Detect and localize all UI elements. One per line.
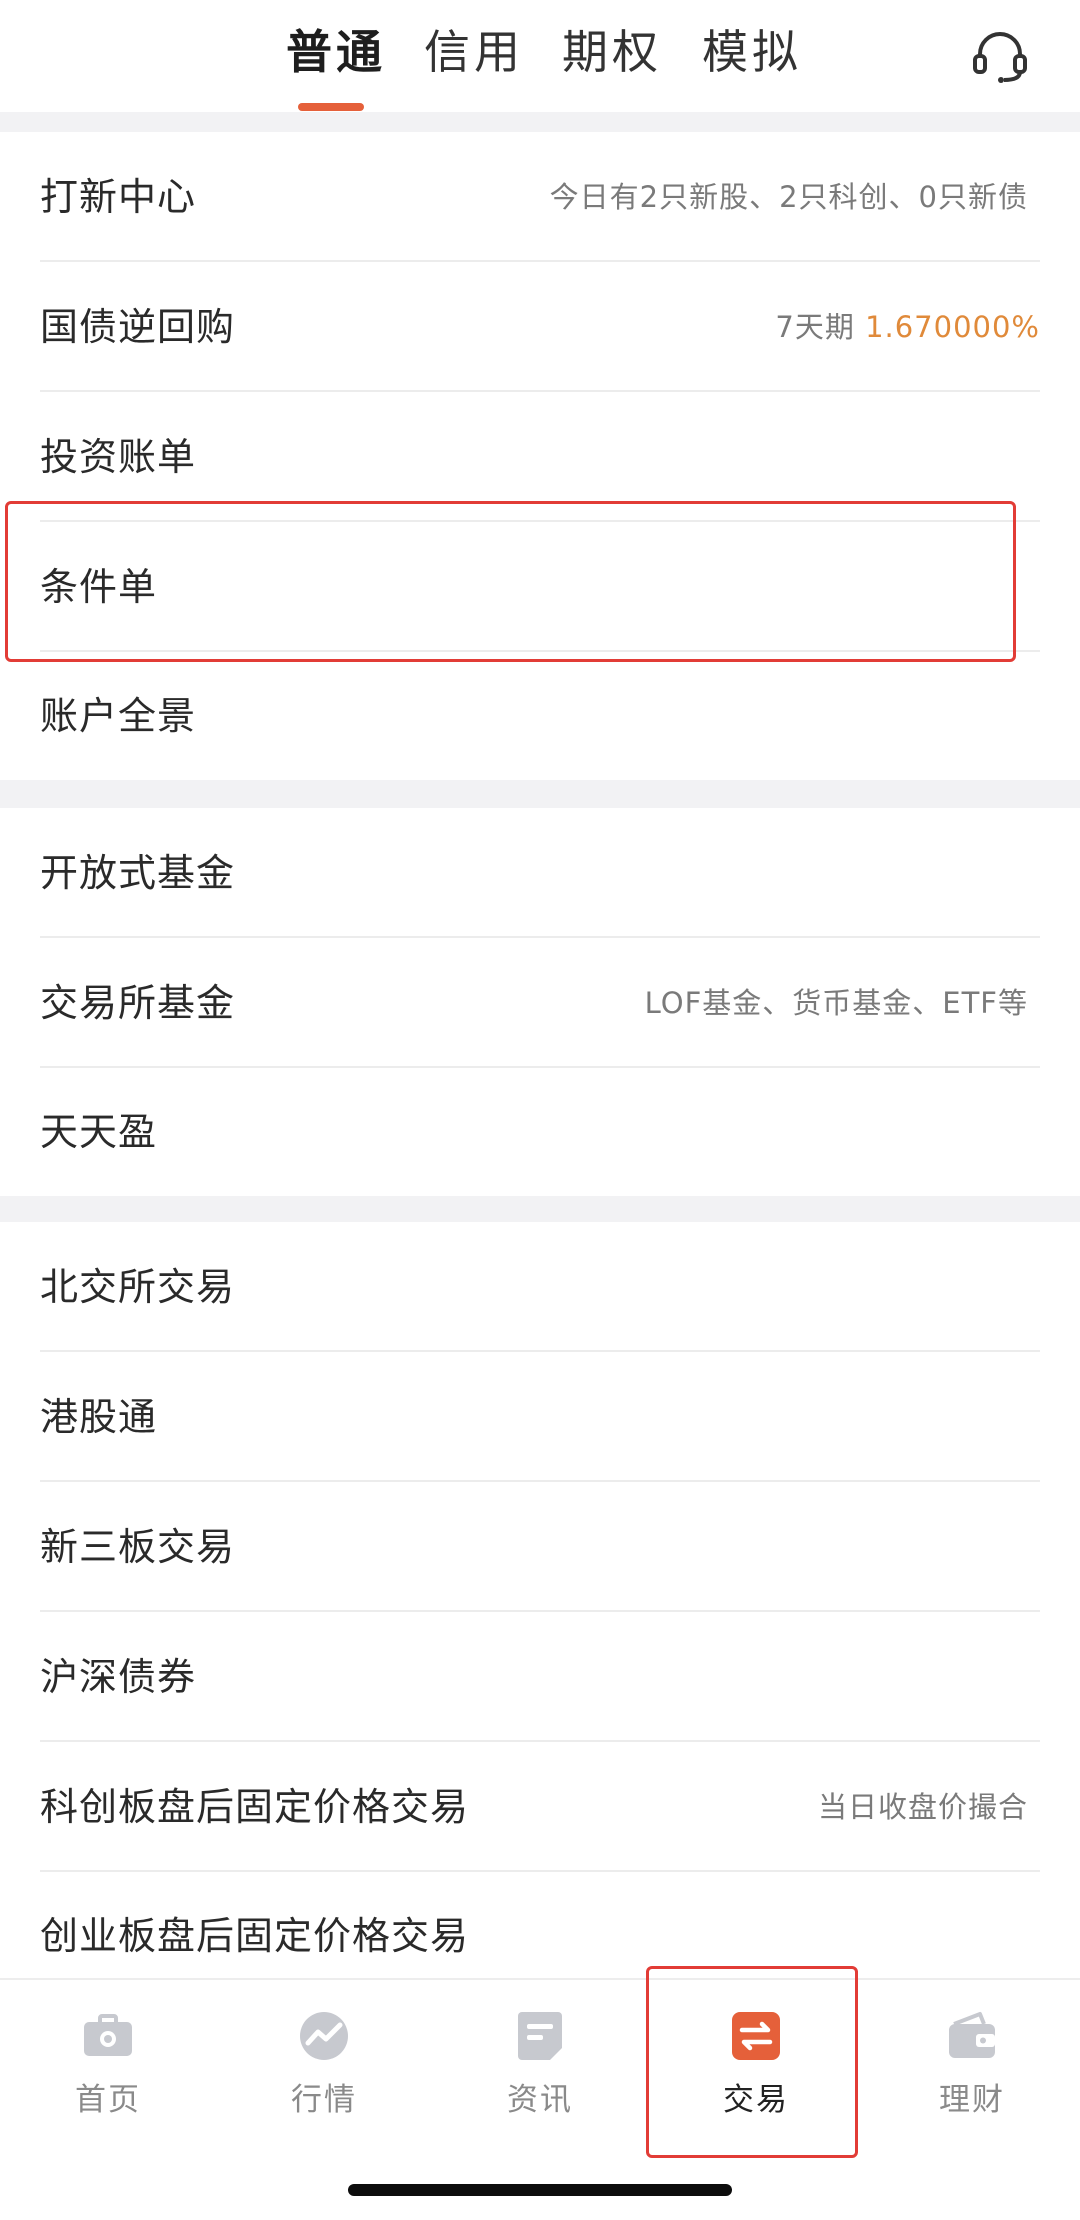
list-item-ipo-center[interactable]: 打新中心 今日有2只新股、2只科创、0只新债 <box>0 132 1080 262</box>
list-item-investment-statement[interactable]: 投资账单 <box>0 392 1080 522</box>
wallet-icon <box>946 2010 998 2062</box>
repo-term: 7天期 <box>775 310 855 344</box>
nav-item-news[interactable]: 资讯 <box>432 1980 648 2160</box>
list-item-hint: 今日有2只新股、2只科创、0只新债 <box>549 180 1028 214</box>
tab-credit[interactable]: 信用 <box>424 22 524 82</box>
list-item-label: 港股通 <box>40 1395 158 1439</box>
section-separator <box>0 112 1080 132</box>
section-separator <box>0 780 1080 808</box>
document-icon <box>514 2010 566 2062</box>
list-item-label: 科创板盘后固定价格交易 <box>40 1785 470 1829</box>
tab-normal[interactable]: 普通 <box>286 22 386 82</box>
trend-icon <box>298 2010 350 2062</box>
nav-label: 首页 <box>75 2082 141 2118</box>
nav-item-trade[interactable]: 交易 <box>648 1980 864 2160</box>
list-item-exchange-fund[interactable]: 交易所基金 LOF基金、货币基金、ETF等 <box>0 938 1080 1068</box>
list-item-label: 打新中心 <box>40 175 197 219</box>
tab-simulation[interactable]: 模拟 <box>702 22 802 82</box>
list-item-open-end-fund[interactable]: 开放式基金 <box>0 808 1080 938</box>
list-item-label: 条件单 <box>40 565 158 609</box>
repo-rate: 1.670000% <box>865 310 1040 344</box>
list-item-hint: LOF基金、货币基金、ETF等 <box>644 986 1028 1020</box>
nav-label: 资讯 <box>507 2082 573 2118</box>
briefcase-icon <box>82 2010 134 2062</box>
list-item-label: 国债逆回购 <box>40 305 236 349</box>
list-item-hint: 7天期 1.670000% <box>775 262 1040 392</box>
list-item-conditional-order[interactable]: 条件单 <box>0 522 1080 652</box>
list-item-bonds[interactable]: 沪深债券 <box>0 1612 1080 1742</box>
active-tab-indicator <box>298 103 364 111</box>
nav-label: 交易 <box>723 2082 789 2118</box>
list-item-gem-after-hours[interactable]: 创业板盘后固定价格交易 <box>0 1872 1080 1978</box>
list-item-hint: 当日收盘价撮合 <box>817 1790 1028 1824</box>
list-item-label: 账户全景 <box>40 694 197 738</box>
list-item-account-overview[interactable]: 账户全景 <box>0 652 1080 780</box>
list-item-neeq-trading[interactable]: 新三板交易 <box>0 1482 1080 1612</box>
list-item-label: 沪深债券 <box>40 1655 197 1699</box>
nav-label: 行情 <box>291 2082 357 2118</box>
list-item-label: 投资账单 <box>40 435 197 479</box>
nav-label: 理财 <box>939 2082 1005 2118</box>
list-item-label: 新三板交易 <box>40 1525 236 1569</box>
list-item-star-after-hours[interactable]: 科创板盘后固定价格交易 当日收盘价撮合 <box>0 1742 1080 1872</box>
headset-icon[interactable] <box>970 26 1030 86</box>
exchange-icon <box>730 2010 782 2062</box>
tab-options[interactable]: 期权 <box>562 22 662 82</box>
list-item-label: 北交所交易 <box>40 1265 236 1309</box>
nav-item-home[interactable]: 首页 <box>0 1980 216 2160</box>
list-item-bse-trading[interactable]: 北交所交易 <box>0 1222 1080 1352</box>
list-item-label: 交易所基金 <box>40 981 236 1025</box>
list-item-label: 天天盈 <box>40 1110 158 1154</box>
list-item-tiantianying[interactable]: 天天盈 <box>0 1068 1080 1196</box>
home-indicator[interactable] <box>348 2184 732 2196</box>
top-tab-bar: 普通 信用 期权 模拟 <box>0 0 1080 112</box>
list-item-hk-connect[interactable]: 港股通 <box>0 1352 1080 1482</box>
nav-item-wealth[interactable]: 理财 <box>864 1980 1080 2160</box>
section-separator <box>0 1196 1080 1222</box>
nav-item-market[interactable]: 行情 <box>216 1980 432 2160</box>
list-item-label: 开放式基金 <box>40 851 236 895</box>
list-item-reverse-repo[interactable]: 国债逆回购 7天期 1.670000% <box>0 262 1080 392</box>
